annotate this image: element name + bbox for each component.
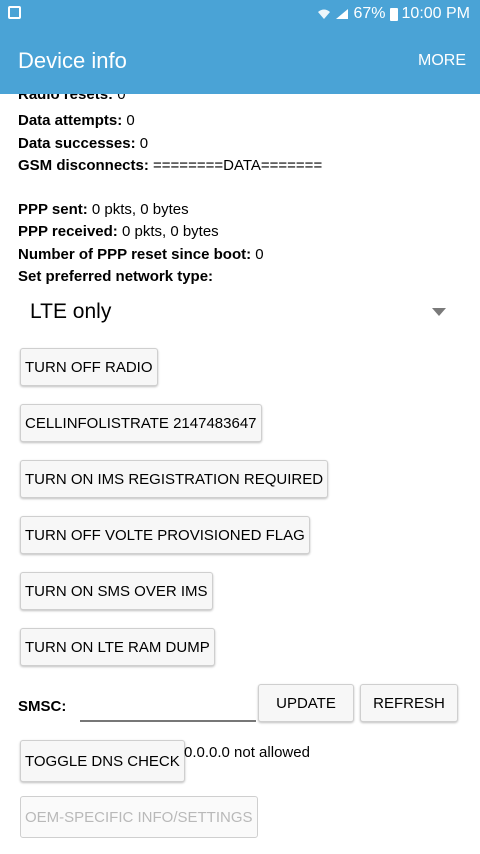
- sms-over-ims-button[interactable]: TURN ON SMS OVER IMS: [20, 572, 213, 610]
- dns-status-text: 0.0.0.0 not allowed: [184, 744, 310, 761]
- lte-ram-dump-button[interactable]: TURN ON LTE RAM DUMP: [20, 628, 215, 666]
- info-value: 0: [113, 94, 126, 103]
- info-label: Number of PPP reset since boot:: [18, 246, 252, 263]
- info-label: Data attempts:: [18, 112, 123, 129]
- info-value: 0: [135, 135, 149, 152]
- more-button[interactable]: MORE: [418, 52, 466, 70]
- notification-icon: [8, 6, 21, 19]
- ppp-received-row: PPP received: 0 pkts, 0 bytes: [18, 223, 219, 240]
- network-type-label: Set preferred network type:: [18, 268, 213, 285]
- data-attempts-row: Data attempts: 0: [18, 112, 135, 129]
- signal-icon: [336, 9, 349, 19]
- toggle-dns-check-button[interactable]: TOGGLE DNS CHECK: [20, 740, 185, 782]
- status-bar: 67% 10:00 PM: [0, 0, 480, 30]
- network-type-spinner[interactable]: LTE only: [30, 300, 111, 324]
- gsm-disconnects-row: GSM disconnects: ========DATA=======: [18, 157, 322, 174]
- refresh-button[interactable]: REFRESH: [360, 684, 458, 722]
- info-label: PPP sent:: [18, 201, 88, 218]
- clock: 10:00 PM: [401, 5, 470, 22]
- info-label: PPP received:: [18, 223, 118, 240]
- info-value: 0: [122, 112, 135, 129]
- info-value: ========DATA=======: [148, 157, 323, 174]
- battery-icon: [389, 7, 398, 21]
- radio-resets-row: Radio resets: 0: [18, 94, 126, 103]
- app-bar: Device info MORE: [0, 30, 480, 94]
- info-label: GSM disconnects:: [18, 157, 149, 174]
- smsc-input[interactable]: [80, 720, 256, 722]
- device-info-content[interactable]: Radio resets: 0 Data attempts: 0 Data su…: [0, 94, 480, 854]
- info-label: Data successes:: [18, 135, 136, 152]
- info-value: 0 pkts, 0 bytes: [117, 223, 219, 240]
- info-value: 0: [251, 246, 264, 263]
- volte-provisioned-button[interactable]: TURN OFF VOLTE PROVISIONED FLAG: [20, 516, 310, 554]
- smsc-label: SMSC:: [18, 698, 67, 715]
- data-successes-row: Data successes: 0: [18, 135, 148, 152]
- info-label: Radio resets:: [18, 94, 114, 103]
- battery-percent: 67%: [353, 5, 386, 22]
- wifi-icon: [318, 9, 331, 19]
- info-value: 0 pkts, 0 bytes: [87, 201, 189, 218]
- ims-registration-button[interactable]: TURN ON IMS REGISTRATION REQUIRED: [20, 460, 329, 498]
- page-title: Device info: [18, 48, 127, 73]
- ppp-sent-row: PPP sent: 0 pkts, 0 bytes: [18, 201, 189, 218]
- oem-settings-button: OEM-SPECIFIC INFO/SETTINGS: [20, 796, 258, 838]
- update-button[interactable]: UPDATE: [258, 684, 354, 722]
- ppp-reset-row: Number of PPP reset since boot: 0: [18, 246, 264, 263]
- status-bar-right: 67% 10:00 PM: [317, 5, 470, 23]
- cellinfo-listrate-button[interactable]: CELLINFOLISTRATE 2147483647: [20, 404, 262, 442]
- dropdown-arrow-icon[interactable]: [432, 308, 446, 316]
- turn-off-radio-button[interactable]: TURN OFF RADIO: [20, 348, 158, 386]
- info-label: Set preferred network type:: [18, 268, 214, 285]
